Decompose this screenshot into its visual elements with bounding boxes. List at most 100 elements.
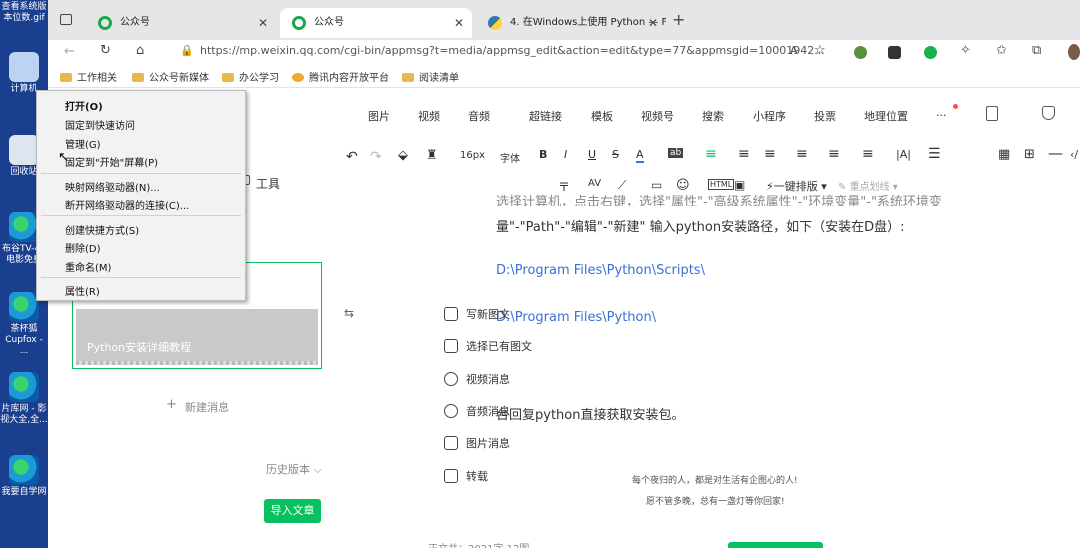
one-click-layout[interactable]: ⚡一键排版 ▾ <box>766 178 827 194</box>
desktop-icon-zixue[interactable]: 我要自学网 <box>0 455 48 498</box>
desktop-icon-computer[interactable]: 计算机 <box>0 52 48 95</box>
close-icon[interactable]: ✕ <box>454 8 464 38</box>
bookmark-item[interactable]: 腾讯内容开放平台 <box>292 69 389 84</box>
ctx-create-shortcut[interactable]: 创建快捷方式(S) <box>65 222 139 237</box>
swap-icon[interactable]: ⇆ <box>344 306 354 320</box>
ctx-properties[interactable]: 属性(R) <box>65 283 100 298</box>
desktop-icon-cupfox[interactable]: 茶杯狐Cupfox - ... <box>0 292 48 357</box>
avatar[interactable] <box>1068 44 1080 60</box>
insert-location[interactable]: 地理位置 <box>864 108 908 124</box>
align-left-icon[interactable]: ≡ <box>705 146 717 162</box>
emoji-icon[interactable]: ☺ <box>676 178 690 193</box>
menu-write-new[interactable]: 写新图文 <box>444 306 510 322</box>
highlight-icon[interactable]: ab <box>668 148 684 158</box>
extension-icon[interactable] <box>854 46 867 59</box>
menu-image-message[interactable]: 图片消息 <box>444 435 510 451</box>
list-icon[interactable]: ☰ <box>928 146 941 162</box>
tools-label[interactable]: 工具 <box>256 175 280 192</box>
paragraph-spacing-icon[interactable]: ≡ <box>828 146 840 162</box>
line-spacing-icon[interactable]: ≡ <box>796 146 808 162</box>
font-size-select[interactable]: 16px <box>460 150 485 161</box>
redo-icon[interactable]: ↷ <box>370 149 382 165</box>
table-icon[interactable]: ▦ <box>998 147 1010 162</box>
key-points[interactable]: ✎ 重点划线 ▾ <box>838 178 898 193</box>
tab-gongzhonghao-1[interactable]: 公众号 ✕ <box>86 8 276 38</box>
letter-spacing-icon[interactable]: |A| <box>896 148 911 161</box>
history-versions[interactable]: 历史版本 ⌵ <box>266 461 322 477</box>
ctx-rename[interactable]: 重命名(M) <box>65 259 111 274</box>
ctx-map-drive[interactable]: 映射网络驱动器(N)... <box>65 179 160 194</box>
lock-icon[interactable]: 🔒 <box>180 44 194 57</box>
document-icon[interactable] <box>986 106 998 121</box>
close-icon[interactable]: ✕ <box>648 8 658 38</box>
plus-icon[interactable]: + <box>166 397 177 412</box>
shield-icon[interactable] <box>1042 106 1055 120</box>
text-style-icon[interactable]: AV <box>588 178 601 189</box>
indent-icon[interactable]: ≡ <box>738 146 750 162</box>
back-icon[interactable]: ← <box>64 44 75 59</box>
content-path-python: D:\Program Files\Python\ <box>496 310 657 325</box>
image-tool-icon[interactable]: ▭ <box>651 178 662 192</box>
home-icon[interactable]: ⌂ <box>136 43 144 58</box>
close-icon[interactable]: ✕ <box>258 8 268 38</box>
ctx-pin-start[interactable]: 固定到"开始"屏幕(P) <box>65 154 158 169</box>
ctx-disconnect-drive[interactable]: 断开网络驱动器的连接(C)... <box>65 197 189 212</box>
briefcase-icon[interactable]: ▣ <box>734 178 745 192</box>
bookmark-item[interactable]: 工作相关 <box>60 69 117 84</box>
menu-repost[interactable]: 转载 <box>444 468 488 484</box>
extension-icon[interactable] <box>888 46 901 59</box>
bookmark-item[interactable]: 公众号新媒体 <box>132 69 209 84</box>
url-field[interactable]: https://mp.weixin.qq.com/cgi-bin/appmsg?… <box>200 44 825 57</box>
extension-icon[interactable] <box>924 46 937 59</box>
ctx-manage[interactable]: 管理(G) <box>65 136 101 151</box>
insert-audio[interactable]: 音频 <box>468 108 490 124</box>
new-message-button[interactable]: 新建消息 <box>185 399 229 415</box>
insert-search[interactable]: 搜索 <box>702 108 724 124</box>
menu-select-existing[interactable]: 选择已有图文 <box>444 338 532 354</box>
more-icon[interactable]: ... <box>936 106 947 119</box>
formula-icon[interactable]: ⊞ <box>1024 147 1035 162</box>
bookmark-item[interactable]: 阅读清单 <box>402 69 459 84</box>
ctx-pin-quick-access[interactable]: 固定到快速访问 <box>65 117 135 132</box>
import-article-button[interactable]: 导入文章 <box>264 499 321 523</box>
favorites-icon[interactable]: ✩ <box>996 43 1007 58</box>
insert-miniprogram[interactable]: 小程序 <box>753 108 786 124</box>
tab-python-docs[interactable]: 4. 在Windows上使用 Python — F ✕ <box>476 8 666 38</box>
html-icon[interactable]: HTML <box>708 179 735 190</box>
code-icon[interactable]: ‹/ <box>1070 148 1078 161</box>
desktop-icon-gif[interactable]: 查看系统版本位数.gif <box>0 2 48 24</box>
bold-icon[interactable]: B <box>539 148 547 161</box>
menu-video-message[interactable]: 视频消息 <box>444 371 510 387</box>
outdent-icon[interactable]: ≡ <box>862 146 874 162</box>
insert-image[interactable]: 图片 <box>368 108 390 124</box>
insert-link[interactable]: 超链接 <box>529 108 562 124</box>
strikethrough-icon[interactable]: S <box>612 148 619 161</box>
bookmark-item[interactable]: 办公学习 <box>222 69 279 84</box>
magic-icon[interactable]: ⟋ <box>618 178 626 193</box>
undo-icon[interactable]: ↶ <box>346 149 358 165</box>
tab-gongzhonghao-2[interactable]: 公众号 ✕ <box>280 8 472 38</box>
divider-icon[interactable]: — <box>1048 144 1063 162</box>
underline-icon[interactable]: U <box>588 148 596 161</box>
font-family-select[interactable]: 字体 <box>500 150 520 165</box>
publish-button[interactable] <box>728 542 823 548</box>
format-painter-icon[interactable]: ⬙ <box>398 148 408 163</box>
new-tab-icon[interactable]: + <box>672 10 685 29</box>
menu-audio-message[interactable]: 音频消息 <box>444 403 510 419</box>
valign-icon[interactable]: 〒 <box>558 178 570 195</box>
insert-vote[interactable]: 投票 <box>814 108 836 124</box>
ctx-open[interactable]: 打开(O) <box>65 98 103 113</box>
ctx-delete[interactable]: 删除(D) <box>65 240 101 255</box>
insert-channels[interactable]: 视频号 <box>641 108 674 124</box>
font-color-icon[interactable]: A <box>636 148 644 163</box>
refresh-icon[interactable]: ↻ <box>100 43 111 58</box>
clear-format-icon[interactable]: ♜ <box>426 148 438 163</box>
insert-template[interactable]: 模板 <box>591 108 613 124</box>
desktop-icon-pianku[interactable]: 片库网 - 影视大全,全... <box>0 372 48 426</box>
italic-icon[interactable]: I <box>564 148 567 161</box>
tab-actions-icon[interactable] <box>60 14 72 25</box>
insert-video[interactable]: 视频 <box>418 108 440 124</box>
align-icon[interactable]: ≡ <box>764 146 776 162</box>
extensions-puzzle-icon[interactable]: ✧ <box>960 43 971 58</box>
collections-icon[interactable]: ⧉ <box>1032 43 1041 58</box>
